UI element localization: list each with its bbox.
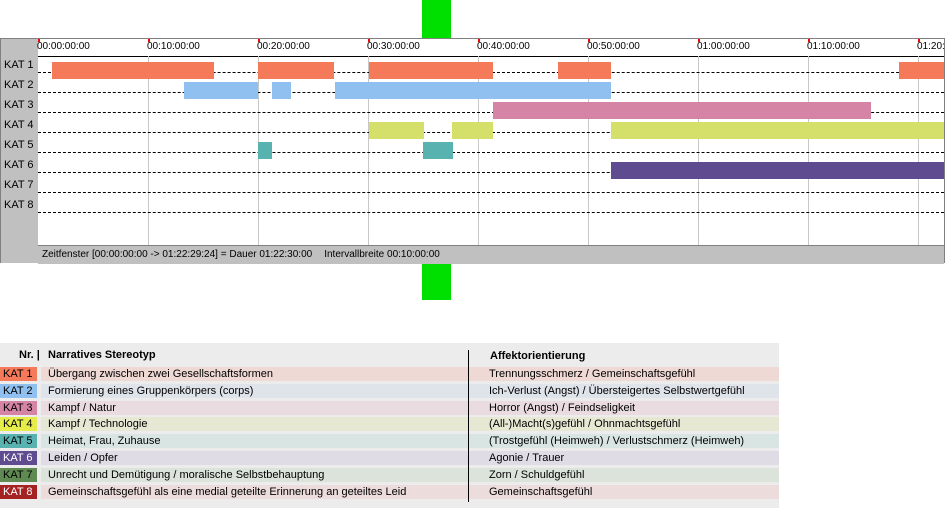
legend-affekt: Gemeinschaftsgefühl xyxy=(489,485,593,498)
row-label: KAT 2 xyxy=(4,79,34,91)
legend-header-nr: Nr. | xyxy=(19,349,40,361)
legend-category-badge: KAT 6 xyxy=(0,451,37,465)
legend-stereotyp: Formierung eines Gruppenkörpers (corps) xyxy=(48,384,254,397)
row-label-column: KAT 1 KAT 2 KAT 3 KAT 4 KAT 5 KAT 6 KAT 7 KAT 8 xyxy=(1,39,38,263)
ruler-tick-label: 00:00:00:00 xyxy=(37,41,90,52)
timeline-segment[interactable] xyxy=(272,82,291,99)
ruler-tick-label: 01:00:00:00 xyxy=(697,41,750,52)
ruler-tick-mark xyxy=(258,39,260,42)
ruler-tick-mark xyxy=(38,39,40,42)
legend-stereotyp: Kampf / Technologie xyxy=(48,418,148,431)
legend-header-affekt: Affektorientierung xyxy=(490,350,586,362)
legend-affekt: Horror (Angst) / Feindseligkeit xyxy=(489,401,636,414)
legend-row: KAT 1 Übergang zwischen zwei Gesellschaft… xyxy=(0,366,779,382)
legend-affekt: (All-)Macht(s)gefühl / Ohnmachtsgefühl xyxy=(489,418,681,431)
timeline-segment[interactable] xyxy=(558,62,612,79)
interval-gridline xyxy=(808,56,809,245)
timeline-segment[interactable] xyxy=(335,82,612,99)
legend-stereotyp: Gemeinschaftsgefühl als eine medial gete… xyxy=(48,485,407,498)
timeline-segment[interactable] xyxy=(451,122,494,139)
legend-affekt: Trennungsschmerz / Gemeinschaftsgefühl xyxy=(489,368,696,380)
legend-table: Nr. | Narratives Stereotyp Affektorienti… xyxy=(0,343,779,508)
row-label: KAT 3 xyxy=(4,99,34,111)
playhead-marker-top[interactable] xyxy=(422,0,451,38)
ruler-tick-label: 00:50:00:00 xyxy=(587,41,640,52)
playhead-marker-bottom[interactable] xyxy=(422,263,451,300)
row-label: KAT 4 xyxy=(4,119,34,131)
legend-row-background xyxy=(41,400,779,415)
legend-affekt: Ich-Verlust (Angst) / Übersteigertes Sel… xyxy=(489,384,745,397)
legend-category-badge: KAT 4 xyxy=(0,417,37,432)
ruler-tick-mark xyxy=(148,39,150,42)
legend-affekt: Zorn / Schuldgefühl xyxy=(489,468,585,481)
legend-column-divider xyxy=(468,350,469,502)
row-label: KAT 7 xyxy=(4,179,34,191)
timeline-segment[interactable] xyxy=(611,122,944,139)
legend-stereotyp: Heimat, Frau, Zuhause xyxy=(48,435,161,448)
legend-row: KAT 5 Heimat, Frau, Zuhause (Trostgefühl (… xyxy=(0,433,779,449)
timeline-segment[interactable] xyxy=(611,162,944,179)
row-label: KAT 5 xyxy=(4,139,34,151)
timeline-segment[interactable] xyxy=(423,142,453,159)
legend-category-badge: KAT 5 xyxy=(0,434,37,449)
ruler-tick-mark xyxy=(588,39,590,42)
interval-gridline xyxy=(918,56,919,245)
legend-stereotyp: Leiden / Opfer xyxy=(48,452,118,464)
ruler-tick-mark xyxy=(918,39,920,42)
legend-row: KAT 6 Leiden / Opfer Agonie / Trauer xyxy=(0,450,779,466)
ruler-tick-label: 01:10:00:00 xyxy=(807,41,860,52)
ruler-tick-label: 00:20:00:00 xyxy=(257,41,310,52)
timeline-panel: KAT 1 KAT 2 KAT 3 KAT 4 KAT 5 KAT 6 KAT 7 KAT 8… xyxy=(0,38,945,264)
ruler-tick-label: 00:10:00:00 xyxy=(147,41,200,52)
row-baseline xyxy=(38,192,944,193)
timeline-segment[interactable] xyxy=(369,122,425,139)
timeline-segment[interactable] xyxy=(258,142,273,159)
legend-stereotyp: Übergang zwischen zwei Gesellschaftsform… xyxy=(48,368,273,380)
ruler-tick-mark xyxy=(478,39,480,42)
timeline-segment[interactable] xyxy=(258,62,334,79)
timeline-segment[interactable] xyxy=(369,62,494,79)
ruler-tick-label: 00:40:00:00 xyxy=(477,41,530,52)
interval-gridline xyxy=(698,56,699,245)
legend-row: KAT 2 Formierung eines Gruppenkörpers (co… xyxy=(0,383,779,399)
ruler-tick-mark xyxy=(368,39,370,42)
legend-header-stereotyp: Narratives Stereotyp xyxy=(48,349,156,361)
legend-row: KAT 7 Unrecht und Demütigung / moralische… xyxy=(0,467,779,483)
legend-category-badge: KAT 2 xyxy=(0,383,37,398)
row-label: KAT 1 xyxy=(4,59,34,71)
timeline-segment[interactable] xyxy=(52,62,214,79)
row-label: KAT 8 xyxy=(4,199,34,211)
ruler-tick-label: 01:20: xyxy=(917,41,945,52)
interval-gridline xyxy=(148,56,149,245)
legend-affekt: (Trostgefühl (Heimweh) / Verlustschmerz … xyxy=(489,435,745,448)
legend-stereotyp: Unrecht und Demütigung / moralische Selb… xyxy=(48,468,325,481)
legend-category-badge: KAT 7 xyxy=(0,467,37,482)
ruler-tick-label: 00:30:00:00 xyxy=(367,41,420,52)
status-interval-width: Intervallbreite 00:10:00:00 xyxy=(324,249,440,260)
status-bar: Zeitfenster [00:00:00:00 -> 01:22:29:24]… xyxy=(38,245,944,264)
time-ruler[interactable]: 00:00:00:00 00:10:00:00 00:20:00:00 00:30:0… xyxy=(37,39,945,57)
legend-row-background xyxy=(41,451,779,465)
row-baseline xyxy=(38,152,944,153)
legend-category-badge: KAT 3 xyxy=(0,400,37,415)
legend-row: KAT 4 Kampf / Technologie (All-)Macht(s)ge… xyxy=(0,416,779,432)
ruler-tick-mark xyxy=(698,39,700,42)
legend-category-badge: KAT 1 xyxy=(0,367,37,381)
status-time-window: Zeitfenster [00:00:00:00 -> 01:22:29:24]… xyxy=(42,249,313,260)
legend-row: KAT 8 Gemeinschaftsgefühl als eine medial… xyxy=(0,484,779,500)
legend-category-badge: KAT 8 xyxy=(0,484,37,499)
legend-stereotyp: Kampf / Natur xyxy=(48,401,116,414)
row-label: KAT 6 xyxy=(4,159,34,171)
legend-affekt: Agonie / Trauer xyxy=(489,452,565,464)
legend-row: KAT 3 Kampf / Natur Horror (Angst) / Feind… xyxy=(0,400,779,416)
timeline-segment[interactable] xyxy=(184,82,258,99)
row-baseline xyxy=(38,212,944,213)
timeline-segment[interactable] xyxy=(493,102,871,119)
ruler-tick-mark xyxy=(808,39,810,42)
timeline-segment[interactable] xyxy=(899,62,944,79)
